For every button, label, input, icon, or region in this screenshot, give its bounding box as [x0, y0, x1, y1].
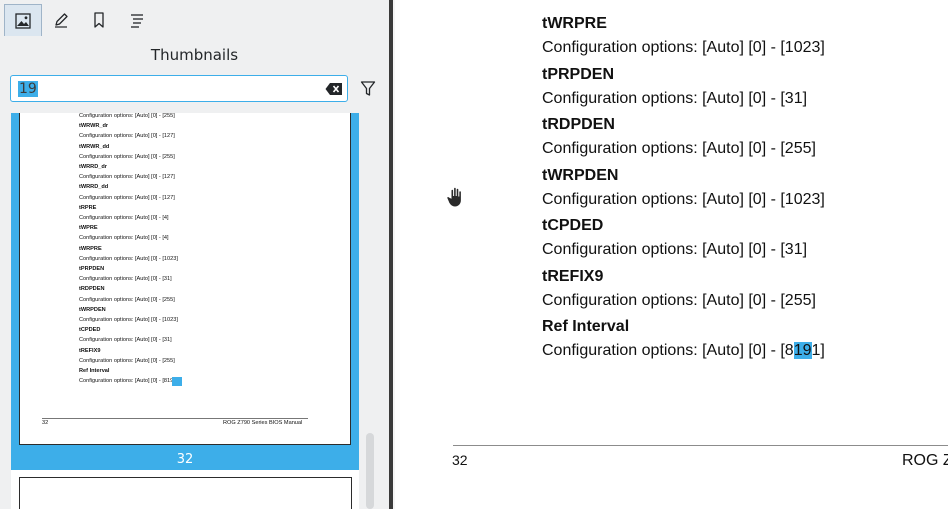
- search-match-highlight: 19: [793, 342, 812, 359]
- page-footer-title: ROG Z: [902, 452, 948, 469]
- tab-bookmarks[interactable]: [80, 4, 118, 36]
- thumbnail-entry-options: Configuration options: [Auto] [0] - [127…: [79, 133, 175, 140]
- document-view[interactable]: tWRPRE Configuration options: [Auto] [0] …: [395, 0, 948, 509]
- page-footer-number: 32: [452, 452, 468, 468]
- thumbnail-footer-rule: [42, 418, 308, 419]
- options-text: Configuration options: [Auto] [0] - [8: [542, 342, 794, 359]
- search-value: 19: [18, 81, 38, 97]
- thumbnail-entry-options: Configuration options: [Auto] [0] - [102…: [79, 317, 178, 323]
- thumbnail-next-page[interactable]: [19, 477, 352, 509]
- thumbnail-entry-name: tPRPDEN: [79, 266, 105, 272]
- entry-name: tRDPDEN: [542, 116, 615, 134]
- thumbnail-entry-options: Configuration options: [Auto] [0] - [31]: [79, 276, 172, 283]
- options-text-end: 1]: [811, 342, 825, 359]
- entry-options: Configuration options: [Auto] [0] - [31]: [542, 241, 808, 259]
- entry-options: Configuration options: [Auto] [0] - [255…: [542, 292, 816, 309]
- bookmark-icon: [94, 12, 104, 28]
- thumbnail-list[interactable]: Configuration options: [Auto] [0] - [255…: [11, 113, 359, 509]
- thumbnail-entry-name: tWRPRE: [79, 245, 102, 252]
- sidebar-tab-bar: [4, 4, 156, 36]
- thumbnail-page-image: Configuration options: [Auto] [0] - [255…: [19, 113, 351, 445]
- tab-thumbnails[interactable]: [4, 4, 42, 36]
- thumbnail-selected-page[interactable]: Configuration options: [Auto] [0] - [255…: [11, 113, 359, 470]
- tab-annotations[interactable]: [42, 4, 80, 36]
- thumbnail-entry-name: tWPRE: [79, 225, 98, 232]
- entry-options: Configuration options: [Auto] [0] - [255…: [542, 140, 816, 158]
- panel-title: Thumbnails: [150, 46, 239, 64]
- clear-icon[interactable]: [325, 82, 343, 96]
- thumbnail-entry-options: Configuration options: [Auto] [0] - [255…: [79, 357, 175, 364]
- entry-name: tWRPDEN: [542, 166, 619, 184]
- thumbnail-entry-options: Configuration options: [Auto] [0] - [31]: [79, 337, 172, 344]
- thumbnail-entry-options: Configuration options: [Auto] [0] - [127…: [79, 194, 175, 201]
- thumbnail-entry-options: Configuration options: [Auto] [0] - [4]: [79, 215, 169, 221]
- sidebar-panel: Thumbnails 19 Configuration options: [Au…: [0, 0, 389, 509]
- thumbnail-footer-title: ROG Z790 Series BIOS Manual: [223, 420, 303, 426]
- thumbnail-search-input[interactable]: 19: [10, 75, 348, 102]
- thumbnail-entry-name: tWRWR_dr: [79, 123, 109, 130]
- entry-name: tPRPDEN: [542, 65, 615, 83]
- thumbnail-entry-name: tRDPDEN: [79, 286, 105, 293]
- pen-icon: [55, 13, 68, 28]
- entry-name: tWRPRE: [542, 15, 607, 32]
- entry-name: tREFIX9: [542, 268, 604, 285]
- thumbnail-entry-name: tWRPDEN: [79, 306, 106, 313]
- thumbnail-entry-name: tREFIX9: [79, 347, 101, 354]
- entry-options: Configuration options: [Auto] [0] - [102…: [542, 190, 825, 208]
- tab-outline[interactable]: [118, 4, 156, 36]
- thumbnail-entry-options: Configuration options: [Auto] [0] - [102…: [79, 255, 178, 262]
- entry-options-ref-interval: Configuration options: [Auto] [0] - [819…: [542, 342, 825, 360]
- page-footer-rule: [453, 445, 948, 446]
- hand-cursor-icon: [446, 186, 462, 208]
- filter-icon[interactable]: [360, 80, 376, 98]
- thumbnail-entry-options: Configuration options: [Auto] [0] - [255…: [79, 296, 175, 303]
- thumbnail-entry-name: tWRRD_dr: [79, 164, 107, 170]
- thumbnail-page-number: 32: [176, 452, 194, 467]
- thumbnail-entry-name: tRPRE: [79, 204, 97, 211]
- thumbnail-entry-options: Configuration options: [Auto] [0] - [4]: [79, 235, 169, 242]
- thumbnail-footer-page: 32: [42, 420, 49, 426]
- entry-name: tCPDED: [542, 217, 604, 235]
- entry-name-ref-interval: Ref Interval: [542, 318, 630, 335]
- thumbnail-entry-name: tWRRD_dd: [79, 184, 109, 191]
- thumbnail-entry-options: Configuration options: [Auto] [0] - [255…: [79, 153, 175, 160]
- thumbnail-entry-options: Configuration options: [Auto] [0] - [819…: [79, 378, 178, 385]
- thumbnail-entry-name: Ref Interval: [79, 368, 110, 374]
- thumbnail-entry-name: tCPDED: [79, 327, 101, 334]
- thumbnail-match-highlight: [172, 377, 182, 386]
- thumbnail-scrollbar[interactable]: [366, 433, 374, 509]
- thumbnail-entry-options: Configuration options: [Auto] [0] - [255…: [79, 113, 175, 119]
- image-icon: [15, 12, 31, 29]
- thumbnail-entry-options: Configuration options: [Auto] [0] - [127…: [79, 174, 175, 181]
- outline-icon: [131, 14, 143, 28]
- entry-options: Configuration options: [Auto] [0] - [31]: [542, 89, 808, 107]
- thumbnail-entry-name: tWRWR_dd: [79, 143, 110, 150]
- entry-options: Configuration options: [Auto] [0] - [102…: [542, 39, 825, 56]
